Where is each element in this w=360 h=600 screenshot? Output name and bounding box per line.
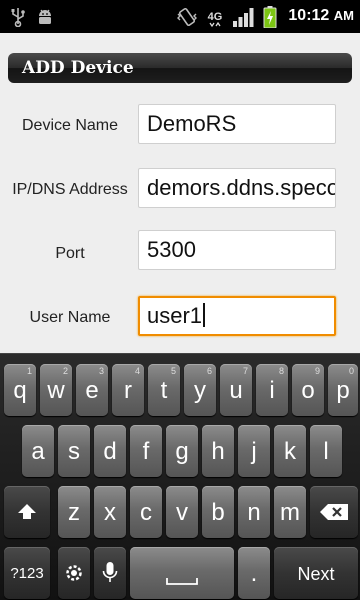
- battery-charging-icon: [262, 6, 278, 28]
- clock-ampm: AM: [333, 8, 354, 23]
- key-r-label: r: [124, 377, 132, 404]
- clock-time: 10:12: [288, 7, 330, 24]
- key-c[interactable]: c: [130, 486, 162, 538]
- backspace-key[interactable]: [310, 486, 358, 538]
- backspace-icon: [310, 486, 358, 538]
- shift-key[interactable]: [4, 486, 50, 538]
- page-title: ADD Device: [22, 58, 134, 78]
- key-e-hint: 3: [98, 366, 104, 376]
- key-u-hint: 7: [242, 366, 248, 376]
- key-n[interactable]: n: [238, 486, 270, 538]
- key-v[interactable]: v: [166, 486, 198, 538]
- key-z[interactable]: z: [58, 486, 90, 538]
- user-name-value: user1: [147, 303, 203, 328]
- svg-text:4G: 4G: [208, 11, 223, 23]
- key-d[interactable]: d: [94, 425, 126, 477]
- key-w[interactable]: w2: [40, 364, 72, 416]
- voice-input-key[interactable]: [94, 547, 126, 599]
- signal-icon: [232, 7, 254, 27]
- space-bar-icon: [130, 547, 234, 599]
- key-q[interactable]: q1: [4, 364, 36, 416]
- title-bar: ADD Device: [8, 53, 352, 83]
- key-i-label: i: [269, 377, 275, 404]
- key-o-label: o: [301, 377, 315, 404]
- port-field[interactable]: 5300: [138, 230, 336, 270]
- key-r-hint: 4: [134, 366, 140, 376]
- key-r[interactable]: r4: [112, 364, 144, 416]
- key-e[interactable]: e3: [76, 364, 108, 416]
- vibrate-icon: [176, 7, 198, 27]
- key-g[interactable]: g: [166, 425, 198, 477]
- space-key[interactable]: [130, 547, 234, 599]
- add-device-screen: ADD Device Device Name DemoRS IP/DNS Add…: [0, 33, 360, 353]
- device-name-field[interactable]: DemoRS: [138, 104, 336, 144]
- android-debug-icon: [34, 7, 56, 27]
- key-e-label: e: [85, 377, 99, 404]
- key-q-hint: 1: [26, 366, 32, 376]
- ip-dns-address-field[interactable]: demors.ddns.speco: [138, 168, 336, 208]
- key-i-hint: 8: [278, 366, 284, 376]
- key-b[interactable]: b: [202, 486, 234, 538]
- shift-icon: [4, 486, 50, 538]
- key-x[interactable]: x: [94, 486, 126, 538]
- key-q-label: q: [13, 377, 27, 404]
- key-w-label: w: [47, 377, 65, 404]
- user-name-field[interactable]: user1: [138, 296, 336, 336]
- network-4g-icon: 4G: [204, 7, 226, 28]
- key-w-hint: 2: [62, 366, 68, 376]
- key-s[interactable]: s: [58, 425, 90, 477]
- device-name-label: Device Name: [21, 117, 119, 134]
- ip-dns-address-label: IP/DNS Address: [12, 181, 128, 198]
- port-label: Port: [55, 245, 85, 262]
- key-m[interactable]: m: [274, 486, 306, 538]
- period-key[interactable]: .: [238, 547, 270, 599]
- key-y[interactable]: y6: [184, 364, 216, 416]
- key-y-hint: 6: [206, 366, 212, 376]
- key-o-hint: 9: [314, 366, 320, 376]
- usb-icon: [8, 7, 28, 27]
- microphone-icon: [94, 547, 126, 599]
- key-f[interactable]: f: [130, 425, 162, 477]
- status-bar: 4G 10:12 AM: [0, 0, 360, 33]
- key-y-label: y: [194, 377, 206, 404]
- clock: 10:12 AM: [288, 5, 354, 27]
- key-p[interactable]: p0: [328, 364, 358, 416]
- key-l[interactable]: l: [310, 425, 342, 477]
- user-name-label: User Name: [29, 309, 111, 326]
- key-a[interactable]: a: [22, 425, 54, 477]
- key-j[interactable]: j: [238, 425, 270, 477]
- symbols-key[interactable]: ?123: [4, 547, 50, 599]
- key-t-label: t: [160, 377, 168, 404]
- key-p-hint: 0: [348, 366, 354, 376]
- key-p-label: p: [336, 377, 350, 404]
- key-o[interactable]: o9: [292, 364, 324, 416]
- key-k[interactable]: k: [274, 425, 306, 477]
- next-key[interactable]: Next: [274, 547, 358, 599]
- settings-key[interactable]: [58, 547, 90, 599]
- key-u[interactable]: u7: [220, 364, 252, 416]
- key-t[interactable]: t5: [148, 364, 180, 416]
- key-t-hint: 5: [170, 366, 176, 376]
- text-cursor: [203, 303, 206, 327]
- key-u-label: u: [229, 377, 243, 404]
- key-i[interactable]: i8: [256, 364, 288, 416]
- gear-icon: [58, 547, 90, 599]
- key-h[interactable]: h: [202, 425, 234, 477]
- soft-keyboard: q1 w2 e3 r4 t5 y6 u7 i8 o9 p0 a s d f g …: [0, 353, 360, 600]
